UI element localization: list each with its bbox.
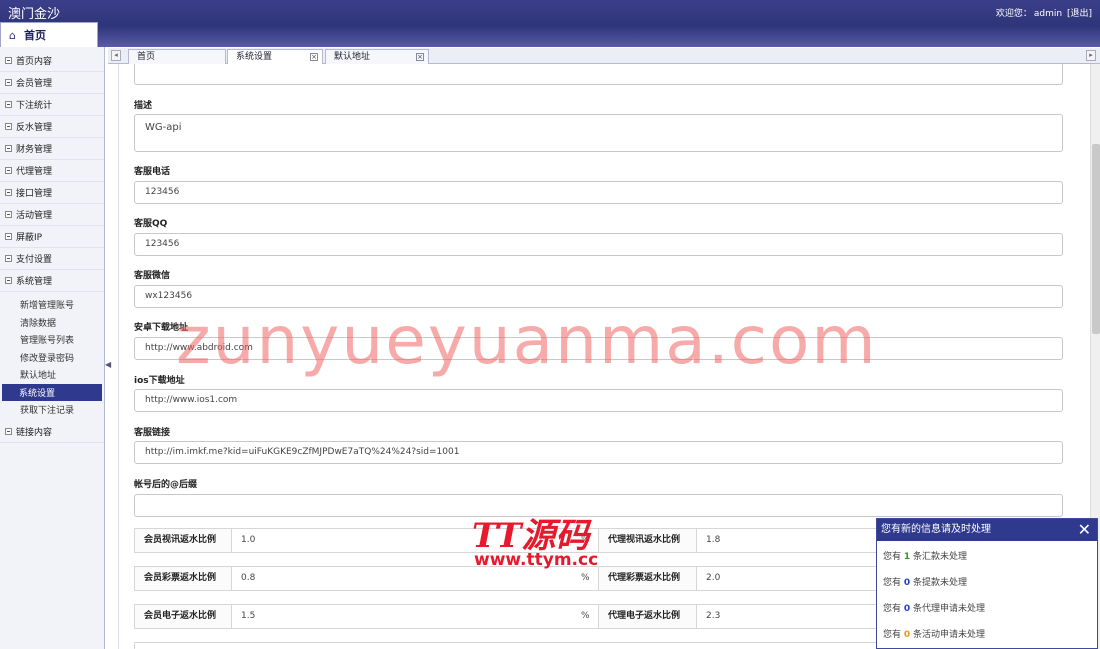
sidebar-item-members[interactable]: 会员管理	[0, 72, 104, 94]
notice-agent-application[interactable]: 您有 0 条代理申请未处理	[877, 596, 1097, 622]
member-electronic-ratio-label: 会员电子返水比例	[135, 605, 232, 628]
top-header: 澳门金沙 欢迎您： admin [退出] ⌂ 首页	[0, 0, 1100, 47]
sidebar-item-home-content[interactable]: 首页内容	[0, 50, 104, 72]
sidebar-subitem-system-settings[interactable]: 系统设置	[2, 383, 102, 401]
sidebar-collapse-arrow-icon[interactable]: ◀	[105, 360, 111, 380]
suffix-label: 帐号后的@后缀	[134, 480, 198, 490]
tab-scroll-left-icon[interactable]: ◂	[111, 50, 121, 61]
qq-label: 客服QQ	[134, 219, 168, 229]
sidebar-item-agents[interactable]: 代理管理	[0, 160, 104, 182]
expand-icon	[5, 189, 12, 196]
android-label: 安卓下载地址	[134, 323, 189, 333]
agent-lottery-ratio-input[interactable]: 2.0	[697, 567, 877, 590]
expand-icon	[5, 123, 12, 130]
android-input[interactable]: http://www.abdroid.com	[134, 337, 1063, 360]
agent-video-ratio-label: 代理视讯返水比例	[598, 529, 697, 552]
phone-label: 客服电话	[134, 167, 171, 177]
suffix-input[interactable]	[134, 494, 1063, 517]
sidebar-subitem-change-password[interactable]: 修改登录密码	[0, 349, 104, 367]
sidebar-item-payment[interactable]: 支付设置	[0, 248, 104, 270]
expand-icon	[5, 167, 12, 174]
agent-electronic-ratio-input[interactable]: 2.3	[697, 605, 877, 628]
agent-video-ratio-input[interactable]: 1.8	[697, 529, 877, 552]
brand-title: 澳门金沙	[8, 7, 61, 22]
ios-label: ios下载地址	[134, 376, 185, 386]
expand-icon	[5, 79, 12, 86]
sidebar-item-system[interactable]: 系统管理	[0, 270, 104, 292]
sidebar-subitem-fetch-bets[interactable]: 获取下注记录	[0, 401, 104, 419]
member-electronic-ratio-input[interactable]: 1.5	[232, 605, 572, 628]
expand-icon	[5, 255, 12, 262]
service-link-input[interactable]: http://im.imkf.me?kid=uiFuKGKE9cZfMJPDwE…	[134, 441, 1063, 464]
percent-unit: %	[581, 573, 590, 583]
tab-home[interactable]: 首页	[128, 49, 226, 64]
collapse-icon	[5, 277, 12, 284]
notification-title: 您有新的信息请及时处理	[881, 524, 991, 535]
expand-icon	[5, 211, 12, 218]
watermark-url: www.ttym.cc	[474, 550, 599, 570]
phone-input[interactable]: 123456	[134, 181, 1063, 204]
tab-default-address[interactable]: 默认地址 ×	[325, 49, 429, 64]
wechat-input[interactable]: wx123456	[134, 285, 1063, 308]
home-icon: ⌂	[9, 28, 16, 42]
close-icon[interactable]: ✕	[1078, 519, 1091, 541]
notification-popup: 您有新的信息请及时处理 ✕ 您有 1 条汇款未处理 您有 0 条提款未处理 您有…	[876, 518, 1098, 649]
qq-input[interactable]: 123456	[134, 233, 1063, 256]
sidebar-subitem-admin-list[interactable]: 管理账号列表	[0, 331, 104, 349]
percent-unit: %	[581, 611, 590, 621]
sidebar-item-rebate[interactable]: 反水管理	[0, 116, 104, 138]
agent-electronic-ratio-label: 代理电子返水比例	[598, 605, 697, 628]
logout-link[interactable]: [退出]	[1067, 9, 1092, 19]
notice-activity-application[interactable]: 您有 0 条活动申请未处理	[877, 622, 1097, 648]
sidebar-item-finance[interactable]: 财务管理	[0, 138, 104, 160]
expand-icon	[5, 145, 12, 152]
sidebar-item-block-ip[interactable]: 屏蔽IP	[0, 226, 104, 248]
notice-withdrawal[interactable]: 您有 0 条提款未处理	[877, 570, 1097, 596]
sidebar-subitem-default-address[interactable]: 默认地址	[0, 366, 104, 384]
ios-input[interactable]: http://www.ios1.com	[134, 389, 1063, 412]
sidebar-item-bet-stats[interactable]: 下注统计	[0, 94, 104, 116]
sidebar-item-activities[interactable]: 活动管理	[0, 204, 104, 226]
user-area: 欢迎您： admin [退出]	[994, 6, 1092, 19]
desc-label: 描述	[134, 101, 153, 111]
desc-textarea[interactable]: WG-api	[134, 114, 1063, 152]
home-tab-label: 首页	[23, 29, 46, 42]
notice-remittance[interactable]: 您有 1 条汇款未处理	[877, 544, 1097, 570]
tab-strip: ◂ 首页 系统设置 × 默认地址 × ▸	[108, 48, 1100, 65]
expand-icon	[5, 427, 12, 435]
member-video-ratio-label: 会员视讯返水比例	[135, 529, 232, 552]
tab-scroll-right-icon[interactable]: ▸	[1086, 50, 1096, 61]
close-tab-icon[interactable]: ×	[310, 53, 318, 61]
member-lottery-ratio-input[interactable]: 0.8	[232, 567, 572, 590]
keywords-textarea[interactable]	[134, 64, 1063, 85]
wechat-label: 客服微信	[134, 271, 171, 281]
sidebar-item-api[interactable]: 接口管理	[0, 182, 104, 204]
username: admin	[1033, 9, 1063, 19]
sidebar-subitem-add-admin[interactable]: 新增管理账号	[0, 296, 104, 314]
agent-lottery-ratio-label: 代理彩票返水比例	[598, 567, 697, 590]
sidebar-subitem-clear-data[interactable]: 清除数据	[0, 314, 104, 332]
sidebar: 首页内容 会员管理 下注统计 反水管理 财务管理 代理管理 接口管理 活动管理 …	[0, 47, 105, 649]
expand-icon	[5, 57, 12, 64]
notification-header: 您有新的信息请及时处理 ✕	[877, 519, 1097, 541]
expand-icon	[5, 233, 12, 240]
scrollbar-thumb[interactable]	[1092, 144, 1100, 334]
close-tab-icon[interactable]: ×	[416, 53, 424, 61]
home-tab[interactable]: ⌂ 首页	[0, 22, 98, 47]
welcome-text: 欢迎您：	[995, 9, 1032, 19]
service-link-label: 客服链接	[134, 428, 171, 438]
tab-system-settings[interactable]: 系统设置 ×	[227, 49, 323, 65]
member-lottery-ratio-label: 会员彩票返水比例	[135, 567, 232, 590]
expand-icon	[5, 101, 12, 108]
sidebar-item-links[interactable]: 链接内容	[0, 421, 104, 443]
